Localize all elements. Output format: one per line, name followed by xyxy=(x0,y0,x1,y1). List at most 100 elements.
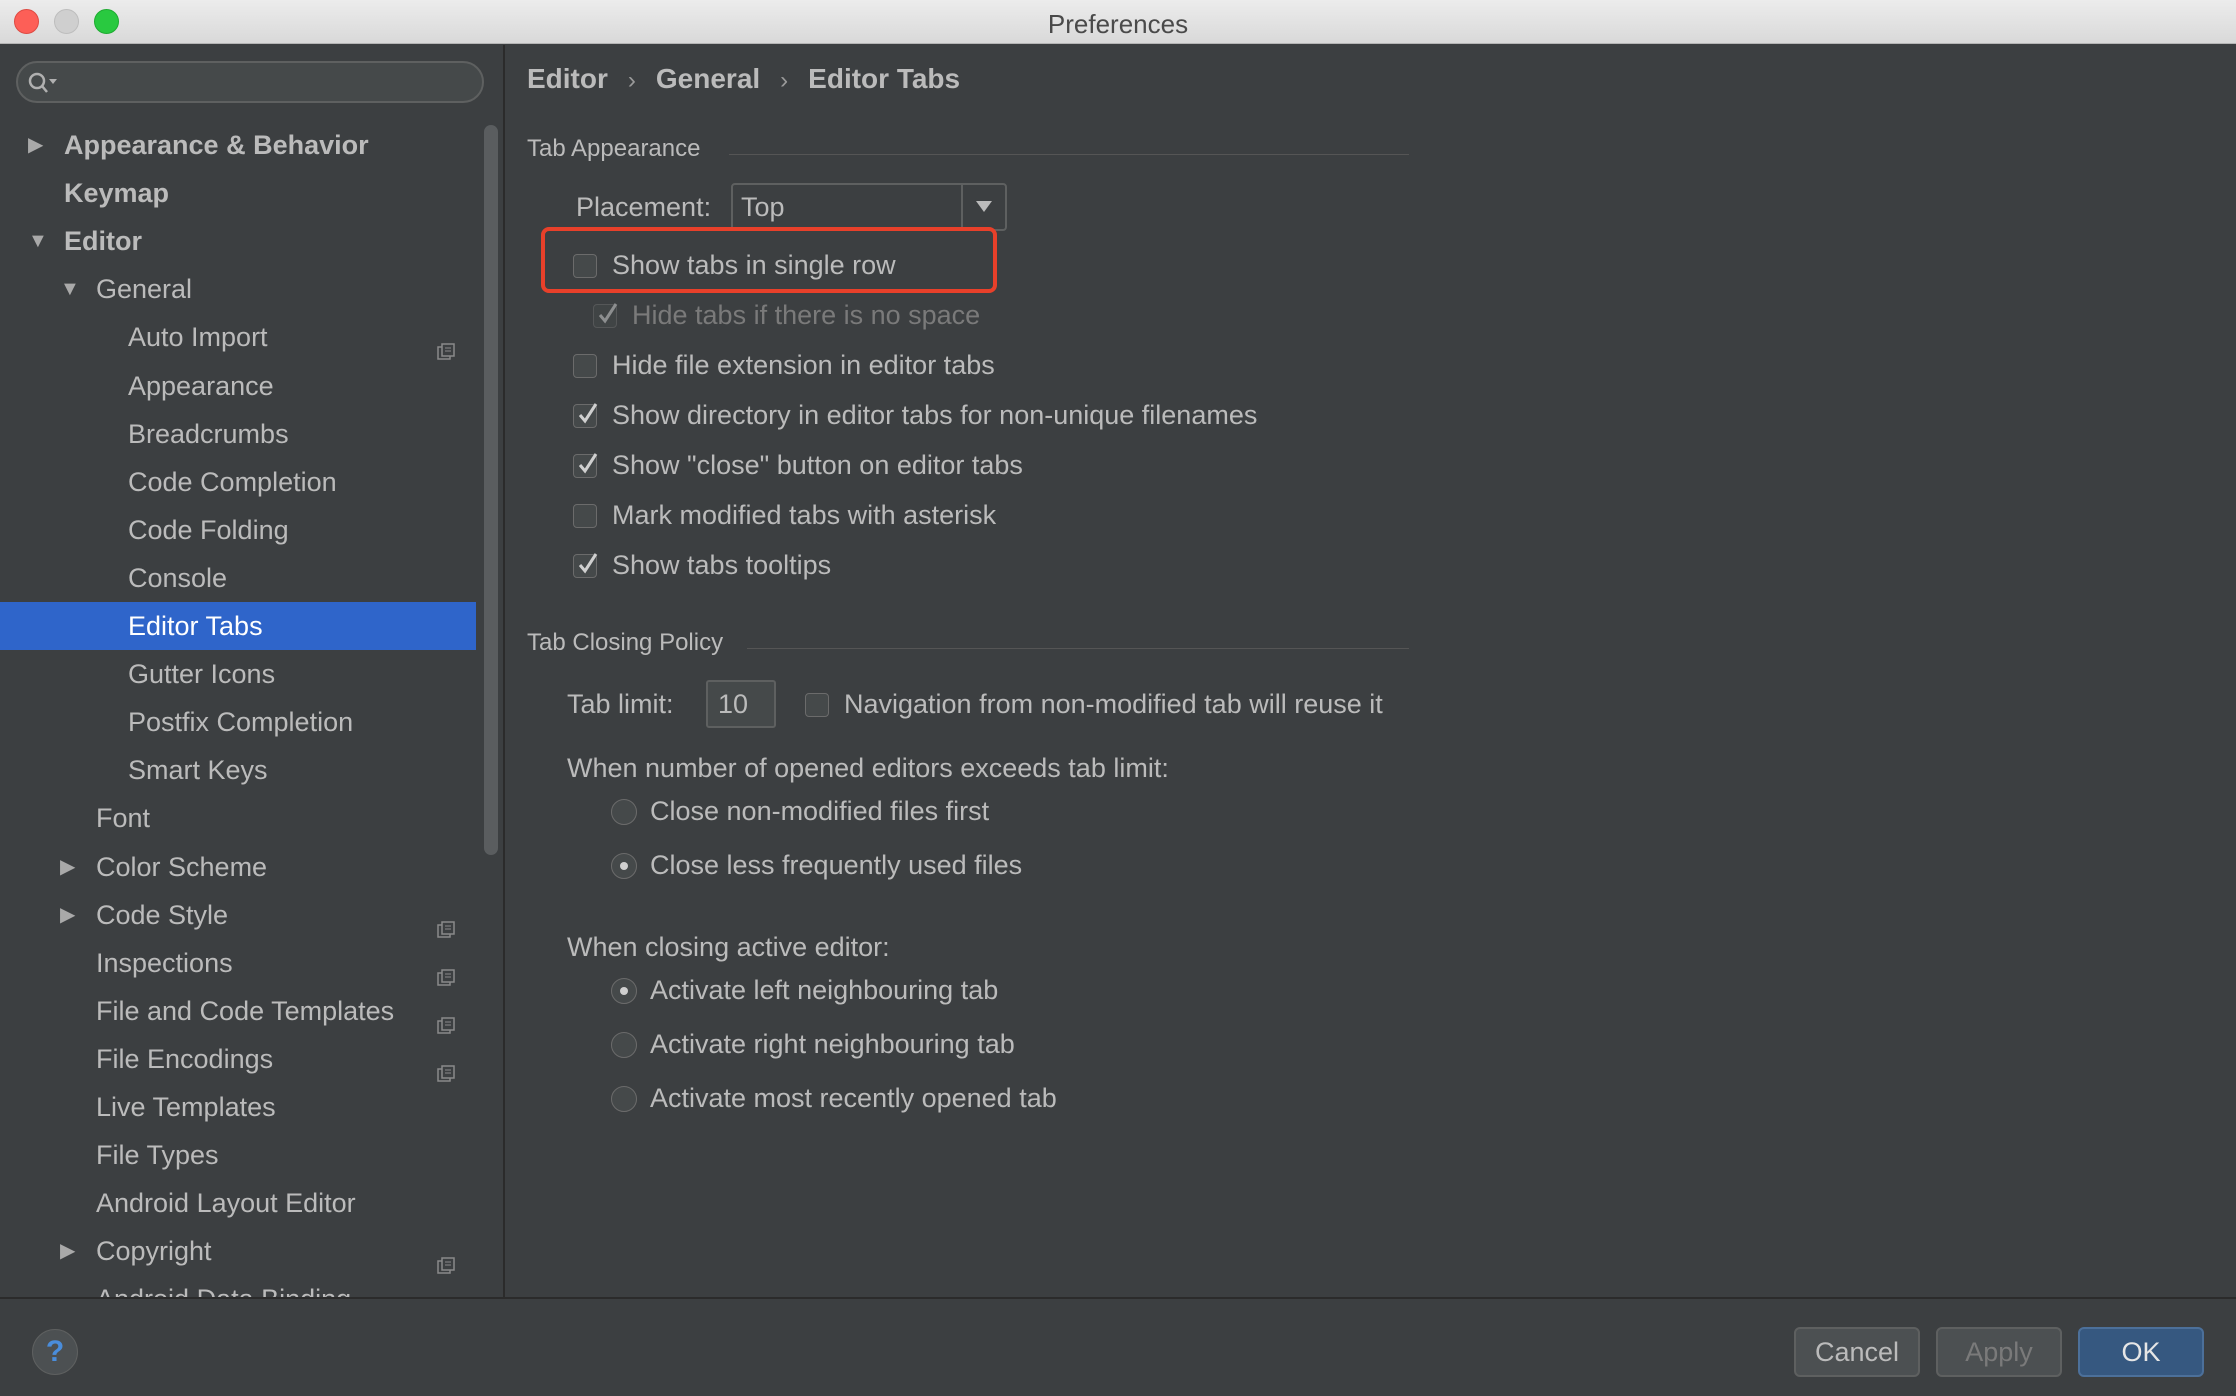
sidebar-item-general[interactable]: ▼ General xyxy=(0,265,476,313)
sidebar-item-postfix-completion[interactable]: Postfix Completion xyxy=(0,698,476,746)
tab-appearance-title: Tab Appearance xyxy=(527,135,701,162)
breadcrumb-item[interactable]: General xyxy=(656,63,760,95)
sidebar-item-breadcrumbs[interactable]: Breadcrumbs xyxy=(0,410,476,458)
sidebar-item-label: File and Code Templates xyxy=(96,995,395,1026)
collapsed-arrow-icon[interactable]: ▶ xyxy=(60,891,80,939)
sidebar-item-label: Android Data Binding xyxy=(96,1275,351,1297)
sidebar-item-file-and-code-templates[interactable]: File and Code Templates xyxy=(0,987,476,1035)
sidebar-item-label: General xyxy=(96,274,193,305)
sidebar-item-label: Copyright xyxy=(96,1236,212,1267)
checkbox[interactable] xyxy=(573,403,598,428)
breadcrumb-item: Editor Tabs xyxy=(808,63,961,94)
sidebar-item-appearance[interactable]: Appearance xyxy=(0,362,476,410)
sidebar-item-font[interactable]: Font xyxy=(0,794,476,842)
search-icon xyxy=(28,72,57,93)
checkbox[interactable] xyxy=(573,553,598,578)
expanded-arrow-icon[interactable]: ▼ xyxy=(60,265,80,313)
checkbox[interactable] xyxy=(573,254,597,278)
checkmark-icon xyxy=(578,453,598,474)
checkbox[interactable] xyxy=(573,354,597,378)
sidebar-item-label: Font xyxy=(96,803,151,834)
dropdown-button[interactable] xyxy=(961,185,1005,229)
collapsed-arrow-icon[interactable]: ▶ xyxy=(60,1227,80,1275)
sidebar-item-copyright[interactable]: ▶ Copyright xyxy=(0,1227,476,1275)
sidebar-item-label: File Types xyxy=(96,1140,219,1171)
sidebar-item-label: Color Scheme xyxy=(96,851,268,882)
radio-button[interactable] xyxy=(611,1032,637,1058)
collapsed-arrow-icon[interactable]: ▶ xyxy=(60,843,80,891)
sidebar-item-editor[interactable]: ▼ Editor xyxy=(0,217,476,265)
window-title: Preferences xyxy=(1047,9,1189,39)
sidebar-item-appearance-behavior[interactable]: ▶ Appearance & Behavior xyxy=(0,121,476,169)
sidebar-item-file-types[interactable]: File Types xyxy=(0,1131,476,1179)
closing-label: When closing active editor: xyxy=(567,932,890,962)
checkbox-label: Mark modified tabs with asterisk xyxy=(612,500,997,530)
sidebar-item-label: Breadcrumbs xyxy=(128,418,289,449)
sidebar-item-android-layout-editor[interactable]: Android Layout Editor xyxy=(0,1179,476,1227)
radio-label: Activate left neighbouring tab xyxy=(650,975,999,1005)
section-divider xyxy=(747,648,1409,649)
sidebar-item-live-templates[interactable]: Live Templates xyxy=(0,1083,476,1131)
breadcrumb-item[interactable]: Editor xyxy=(527,63,608,95)
sidebar-item-inspections[interactable]: Inspections xyxy=(0,939,476,987)
help-button[interactable]: ? xyxy=(32,1329,78,1375)
project-level-icon xyxy=(437,1002,455,1034)
checkbox-label: Show directory in editor tabs for non-un… xyxy=(612,400,1258,430)
sidebar-item-smart-keys[interactable]: Smart Keys xyxy=(0,746,476,794)
sidebar-item-editor-tabs[interactable]: Editor Tabs xyxy=(0,602,476,650)
reuse-tab-checkbox[interactable] xyxy=(805,693,829,717)
sidebar-item-code-completion[interactable]: Code Completion xyxy=(0,458,476,506)
section-divider xyxy=(729,154,1409,155)
project-level-icon xyxy=(437,1242,455,1275)
sidebar-item-label: Code Completion xyxy=(128,466,337,497)
radio-selected-dot xyxy=(620,862,628,870)
sidebar-item-auto-import[interactable]: Auto Import xyxy=(0,313,476,361)
sidebar-item-label: Smart Keys xyxy=(128,755,268,786)
checkbox-label: Hide tabs if there is no space xyxy=(632,300,981,330)
checkbox-label: Show "close" button on editor tabs xyxy=(612,450,1023,480)
checkbox[interactable] xyxy=(573,453,598,478)
sidebar-item-label: Inspections xyxy=(96,947,233,978)
sidebar-item-label: Postfix Completion xyxy=(128,707,354,738)
breadcrumb-separator: › xyxy=(627,67,636,94)
placement-select[interactable]: Top xyxy=(731,183,1007,231)
radio-button[interactable] xyxy=(611,799,637,825)
expanded-arrow-icon[interactable]: ▼ xyxy=(28,217,48,265)
dialog-button-bar: ? Cancel Apply OK xyxy=(0,1297,2236,1396)
sidebar-item-label: Editor xyxy=(64,226,142,257)
project-level-icon xyxy=(437,328,455,361)
search-input[interactable] xyxy=(16,61,484,103)
ok-button[interactable]: OK xyxy=(2078,1327,2204,1377)
sidebar-item-file-encodings[interactable]: File Encodings xyxy=(0,1035,476,1083)
checkbox-label: Hide file extension in editor tabs xyxy=(612,350,995,380)
sidebar-item-label: File Encodings xyxy=(96,1043,274,1074)
radio-button[interactable] xyxy=(611,853,637,879)
radio-button[interactable] xyxy=(611,1086,637,1112)
sidebar-item-gutter-icons[interactable]: Gutter Icons xyxy=(0,650,476,698)
project-level-icon xyxy=(437,906,455,938)
sidebar-item-code-style[interactable]: ▶ Code Style xyxy=(0,891,476,939)
settings-content: Editor › General › Editor Tabs Tab Appearanc… xyxy=(507,45,2236,1297)
cancel-button[interactable]: Cancel xyxy=(1794,1327,1920,1377)
sidebar-item-keymap[interactable]: Keymap xyxy=(0,169,476,217)
checkmark-icon xyxy=(598,303,618,324)
apply-button[interactable]: Apply xyxy=(1936,1327,2062,1377)
sidebar-scrollbar[interactable] xyxy=(484,125,498,855)
radio-selected-dot xyxy=(620,987,628,995)
sidebar-item-android-data-binding[interactable]: Android Data Binding xyxy=(0,1275,476,1297)
sidebar-item-label: Appearance & Behavior xyxy=(64,130,369,160)
sidebar-item-label: Code Style xyxy=(96,899,229,930)
sidebar-item-label: Editor Tabs xyxy=(128,611,263,641)
collapsed-arrow-icon[interactable]: ▶ xyxy=(28,121,48,169)
tab-limit-input[interactable]: 10 xyxy=(706,680,776,728)
breadcrumb-separator: › xyxy=(780,67,789,94)
tab-closing-title: Tab Closing Policy xyxy=(527,629,724,656)
sidebar-item-label: Code Folding xyxy=(128,514,289,545)
sidebar-item-code-folding[interactable]: Code Folding xyxy=(0,506,476,554)
radio-button[interactable] xyxy=(611,978,637,1004)
sidebar-item-color-scheme[interactable]: ▶ Color Scheme xyxy=(0,843,476,891)
checkbox[interactable] xyxy=(573,504,597,528)
sidebar-item-console[interactable]: Console xyxy=(0,554,476,602)
sidebar-item-label: Keymap xyxy=(64,178,170,209)
sidebar-item-label: Appearance xyxy=(128,370,274,401)
